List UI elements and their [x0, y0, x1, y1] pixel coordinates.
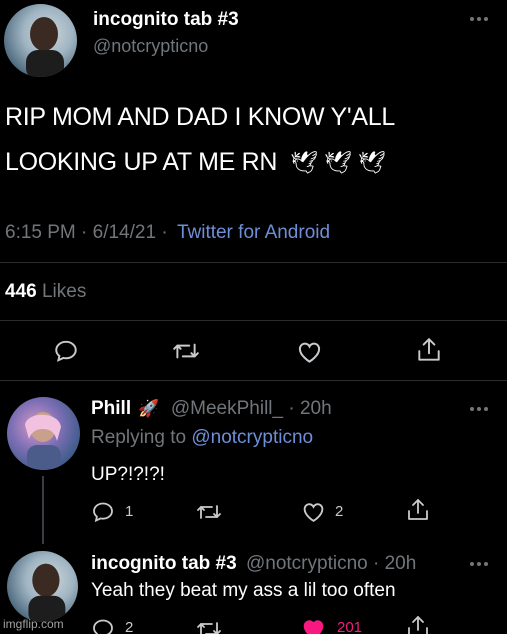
main-tweet-source[interactable]: Twitter for Android: [177, 222, 330, 243]
reply1-share-icon[interactable]: [406, 497, 430, 523]
reply1-like-icon[interactable]: [301, 500, 326, 523]
main-tweet-text-line2-words: LOOKING UP AT ME RN: [5, 148, 278, 176]
reply2-header: incognito tab #3 @notcrypticno · 20h: [91, 553, 416, 575]
reply2-retweet-icon[interactable]: [196, 617, 222, 634]
divider-1: [0, 262, 507, 263]
reply2-more-options-icon[interactable]: [470, 559, 492, 569]
reply1-text: UP?!?!?!: [91, 464, 165, 485]
rocket-emoji: 🚀: [138, 399, 160, 418]
reply1-reply-icon[interactable]: [91, 500, 115, 524]
likes-count: 446: [5, 281, 37, 302]
retweet-icon[interactable]: [172, 338, 200, 364]
reply1-replying-to: Replying to @notcrypticno: [91, 427, 313, 449]
reply1-author-name[interactable]: Phill: [91, 398, 131, 419]
reply2-like-icon[interactable]: [301, 617, 326, 634]
reply2-author-name[interactable]: incognito tab #3: [91, 553, 237, 574]
reply1-header: Phill 🚀 @MeekPhill_ · 20h: [91, 398, 332, 420]
main-tweet-likes[interactable]: 446 Likes: [5, 281, 86, 303]
main-author-name[interactable]: incognito tab #3: [93, 9, 239, 31]
replying-to-label: Replying to: [91, 427, 187, 448]
divider-2: [0, 320, 507, 321]
reply2-reply-icon[interactable]: [91, 617, 115, 634]
main-tweet-text-line2: LOOKING UP AT ME RN 🕊🕊🕊: [5, 148, 392, 177]
dove-emoji: 🕊🕊🕊: [289, 150, 392, 175]
reply2-like-count: 201: [337, 619, 363, 634]
reply-icon[interactable]: [53, 338, 79, 364]
reply1-thread-line: [42, 476, 44, 544]
reply1-reply-count: 1: [125, 503, 134, 520]
divider-3: [0, 380, 507, 381]
main-tweet-text-line1: RIP MOM AND DAD I KNOW Y'ALL: [5, 103, 395, 131]
main-tweet-meta: 6:15 PM · 6/14/21 · Twitter for Android: [5, 222, 330, 244]
imgflip-watermark: imgflip.com: [3, 617, 64, 631]
reply1-author-avatar[interactable]: [7, 397, 80, 470]
main-more-options-icon[interactable]: [470, 14, 492, 24]
reply1-like-count: 2: [335, 503, 344, 520]
likes-label: Likes: [41, 281, 87, 302]
main-tweet-time[interactable]: 6:15 PM · 6/14/21 ·: [5, 222, 168, 243]
reply2-share-icon[interactable]: [406, 614, 430, 634]
reply2-reply-count: 2: [125, 619, 134, 634]
share-icon[interactable]: [416, 336, 442, 364]
reply2-text: Yeah they beat my ass a lil too often: [91, 580, 396, 601]
reply1-more-options-icon[interactable]: [470, 404, 492, 414]
main-author-handle[interactable]: @notcrypticno: [93, 36, 208, 57]
reply1-handle-time[interactable]: @MeekPhill_ · 20h: [171, 398, 332, 419]
like-icon[interactable]: [296, 339, 323, 364]
reply2-author-avatar[interactable]: [7, 551, 78, 622]
reply2-handle-time[interactable]: @notcrypticno · 20h: [246, 553, 416, 574]
main-author-avatar[interactable]: [4, 4, 77, 77]
reply1-retweet-icon[interactable]: [196, 500, 222, 524]
replying-to-handle[interactable]: @notcrypticno: [191, 427, 313, 448]
